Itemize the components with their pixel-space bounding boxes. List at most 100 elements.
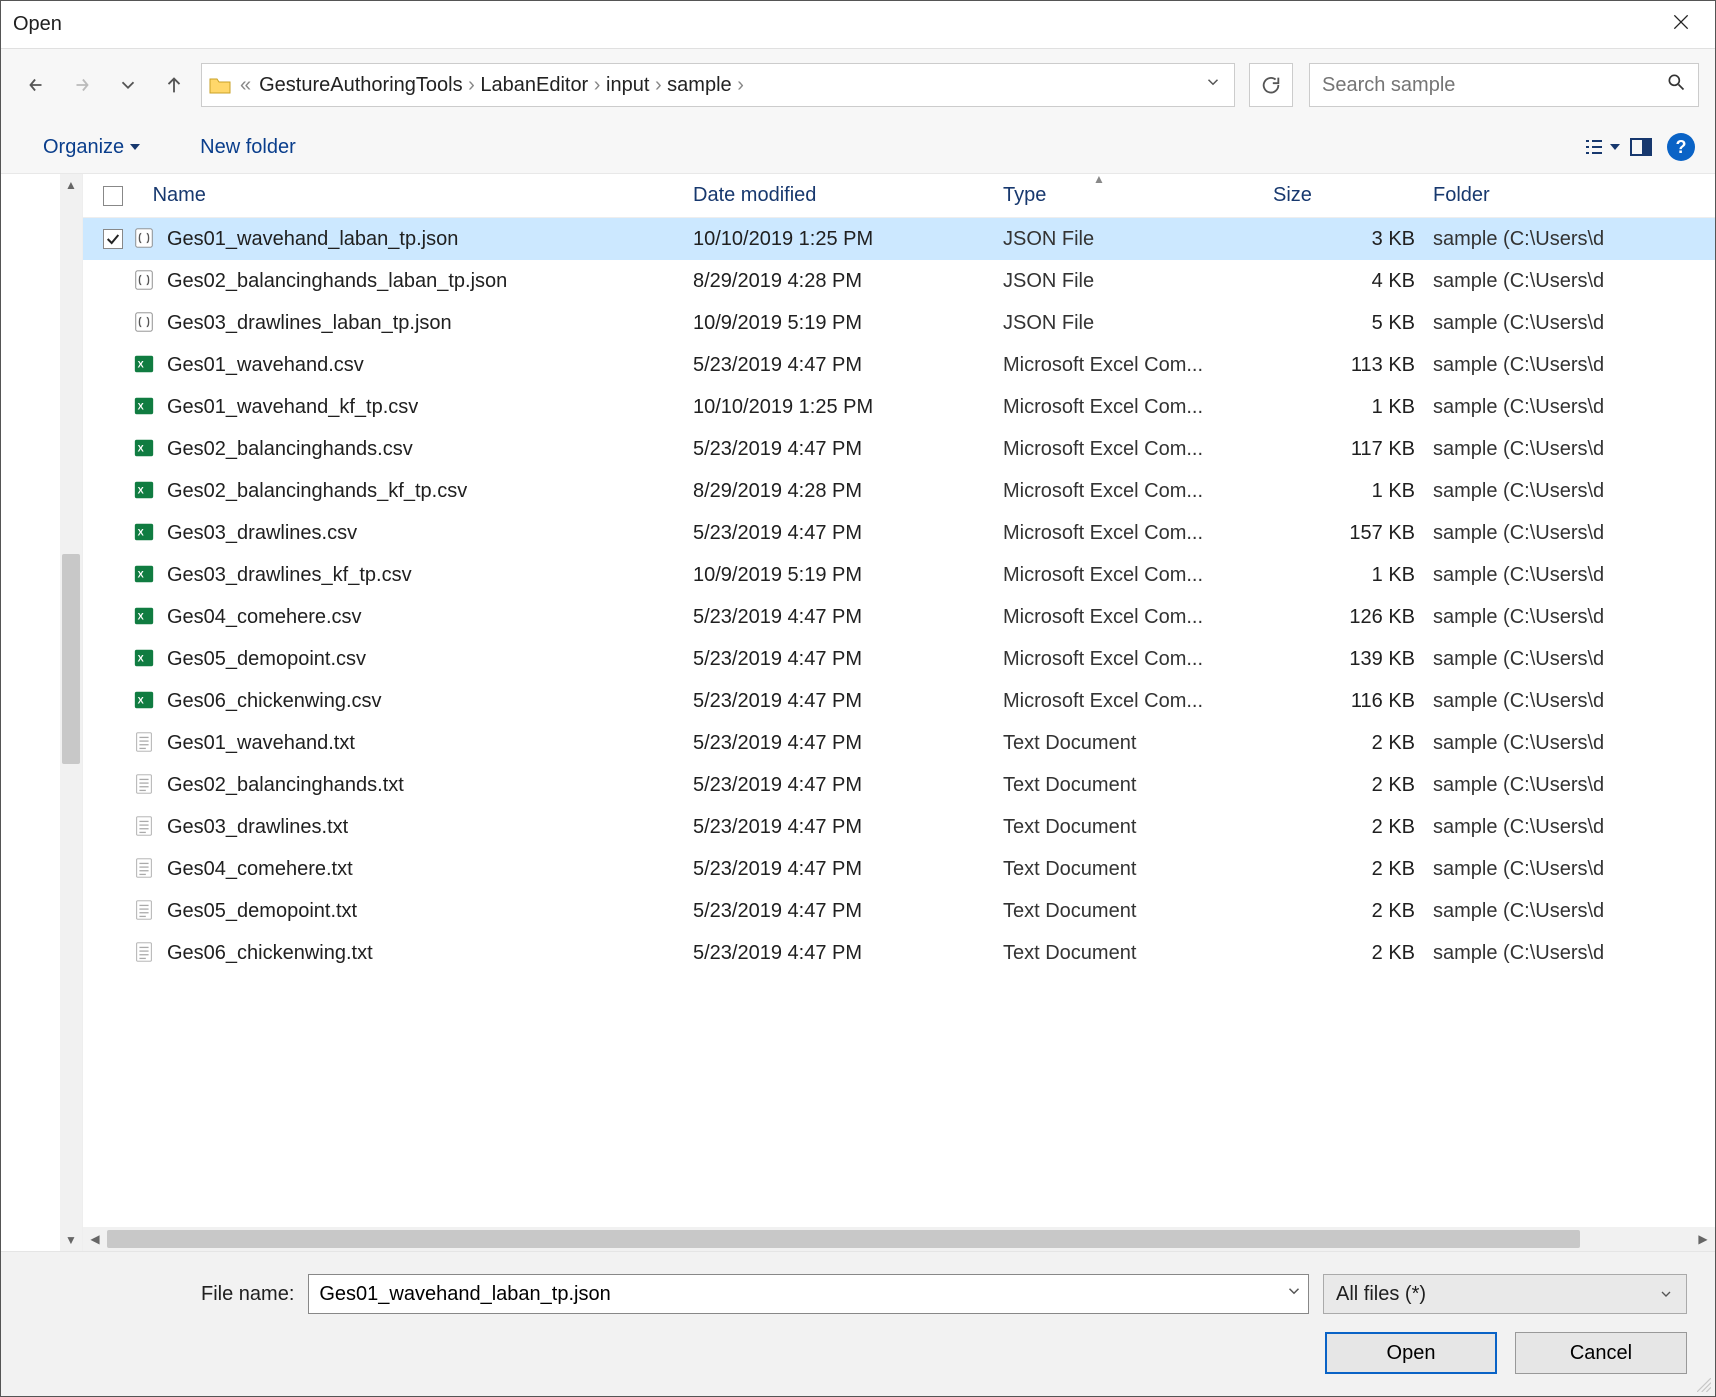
address-dropdown-button[interactable] xyxy=(1198,73,1228,97)
preview-pane-icon xyxy=(1629,135,1653,159)
organize-button[interactable]: Organize xyxy=(33,130,150,165)
filename-dropdown-button[interactable] xyxy=(1285,1282,1303,1306)
file-type-icon xyxy=(133,311,157,335)
file-pane: Name Date modified Type Size Folder ▲ Ge… xyxy=(83,174,1715,1251)
scroll-right-button[interactable]: ▶ xyxy=(1691,1227,1715,1251)
forward-button[interactable] xyxy=(63,66,101,104)
column-folder[interactable]: Folder xyxy=(1433,184,1703,207)
up-button[interactable] xyxy=(155,66,193,104)
search-box[interactable] xyxy=(1309,63,1699,107)
folder-cell: sample (C:\Users\d xyxy=(1433,270,1703,293)
breadcrumb-item[interactable]: LabanEditor xyxy=(480,74,588,96)
select-all-checkbox[interactable] xyxy=(103,186,123,206)
file-type-icon xyxy=(133,857,157,881)
file-name: Ges01_wavehand_laban_tp.json xyxy=(167,228,458,251)
type-cell: Text Document xyxy=(1003,900,1273,923)
date-cell: 8/29/2019 4:28 PM xyxy=(693,480,1003,503)
file-row[interactable]: Ges03_drawlines_laban_tp.json 10/9/2019 5… xyxy=(83,302,1715,344)
column-name[interactable]: Name xyxy=(103,184,693,207)
svg-text:X: X xyxy=(138,360,145,370)
file-row[interactable]: Ges03_drawlines.txt5/23/2019 4:47 PMText… xyxy=(83,806,1715,848)
scroll-down-button[interactable]: ▼ xyxy=(60,1229,82,1251)
name-cell: XGes01_wavehand_kf_tp.csv xyxy=(103,395,693,419)
column-type[interactable]: Type xyxy=(1003,184,1273,207)
file-name: Ges02_balancinghands.csv xyxy=(167,438,413,461)
file-row[interactable]: XGes02_balancinghands.csv5/23/2019 4:47 … xyxy=(83,428,1715,470)
nav-scrollbar[interactable]: ▲ ▼ xyxy=(60,174,82,1251)
folder-cell: sample (C:\Users\d xyxy=(1433,228,1703,251)
help-button[interactable]: ? xyxy=(1667,133,1695,161)
column-name-label: Name xyxy=(153,184,206,206)
file-row[interactable]: XGes01_wavehand_kf_tp.csv10/10/2019 1:25… xyxy=(83,386,1715,428)
hscroll-track[interactable] xyxy=(107,1227,1691,1251)
breadcrumb-item[interactable]: input xyxy=(606,74,649,96)
scroll-up-button[interactable]: ▲ xyxy=(60,174,82,196)
file-row[interactable]: XGes06_chickenwing.csv5/23/2019 4:47 PMM… xyxy=(83,680,1715,722)
file-type-icon xyxy=(133,227,157,251)
file-row[interactable]: Ges04_comehere.txt5/23/2019 4:47 PMText … xyxy=(83,848,1715,890)
file-name: Ges03_drawlines_laban_tp.json xyxy=(167,312,452,335)
date-cell: 5/23/2019 4:47 PM xyxy=(693,816,1003,839)
file-row[interactable]: XGes01_wavehand.csv5/23/2019 4:47 PMMicr… xyxy=(83,344,1715,386)
cancel-button[interactable]: Cancel xyxy=(1515,1332,1687,1374)
breadcrumb-item[interactable]: sample xyxy=(667,74,731,96)
back-button[interactable] xyxy=(17,66,55,104)
file-type-filter[interactable]: All files (*) xyxy=(1323,1274,1687,1314)
folder-cell: sample (C:\Users\d xyxy=(1433,732,1703,755)
close-icon xyxy=(1671,12,1691,32)
date-cell: 5/23/2019 4:47 PM xyxy=(693,732,1003,755)
preview-pane-button[interactable] xyxy=(1621,129,1661,165)
close-button[interactable] xyxy=(1659,3,1703,47)
file-row[interactable]: Ges02_balancinghands_laban_tp.json8/29/2… xyxy=(83,260,1715,302)
refresh-button[interactable] xyxy=(1249,63,1293,107)
file-name: Ges02_balancinghands_kf_tp.csv xyxy=(167,480,467,503)
file-row[interactable]: Ges02_balancinghands.txt5/23/2019 4:47 P… xyxy=(83,764,1715,806)
new-folder-button[interactable]: New folder xyxy=(190,130,306,165)
column-size[interactable]: Size xyxy=(1273,184,1433,207)
search-button[interactable] xyxy=(1666,72,1686,98)
size-cell: 2 KB xyxy=(1273,816,1433,839)
name-cell: Ges01_wavehand_laban_tp.json xyxy=(103,227,693,251)
scroll-thumb[interactable] xyxy=(62,554,80,764)
hscroll-thumb[interactable] xyxy=(107,1230,1580,1248)
file-row[interactable]: XGes03_drawlines_kf_tp.csv10/9/2019 5:19… xyxy=(83,554,1715,596)
file-type-icon xyxy=(133,731,157,755)
date-cell: 10/9/2019 5:19 PM xyxy=(693,564,1003,587)
nav-pane[interactable]: ▲ ▼ xyxy=(1,174,83,1251)
type-cell: Text Document xyxy=(1003,816,1273,839)
filename-input[interactable] xyxy=(308,1274,1309,1314)
file-row[interactable]: Ges01_wavehand.txt5/23/2019 4:47 PMText … xyxy=(83,722,1715,764)
file-name: Ges06_chickenwing.csv xyxy=(167,690,382,713)
file-row[interactable]: XGes05_demopoint.csv5/23/2019 4:47 PMMic… xyxy=(83,638,1715,680)
file-name: Ges05_demopoint.txt xyxy=(167,900,357,923)
search-input[interactable] xyxy=(1322,74,1666,97)
file-row[interactable]: Ges01_wavehand_laban_tp.json10/10/2019 1… xyxy=(83,218,1715,260)
file-row[interactable]: XGes03_drawlines.csv5/23/2019 4:47 PMMic… xyxy=(83,512,1715,554)
column-date[interactable]: Date modified xyxy=(693,184,1003,207)
file-row[interactable]: Ges06_chickenwing.txt5/23/2019 4:47 PMTe… xyxy=(83,932,1715,974)
file-row[interactable]: Ges05_demopoint.txt5/23/2019 4:47 PMText… xyxy=(83,890,1715,932)
name-cell: XGes05_demopoint.csv xyxy=(103,647,693,671)
file-type-icon: X xyxy=(133,647,157,671)
folder-cell: sample (C:\Users\d xyxy=(1433,354,1703,377)
scroll-left-button[interactable]: ◀ xyxy=(83,1227,107,1251)
svg-text:X: X xyxy=(138,486,145,496)
horizontal-scrollbar[interactable]: ◀ ▶ xyxy=(83,1227,1715,1251)
file-row[interactable]: X Ges02_balancinghands_kf_tp.csv 8/29/2019… xyxy=(83,470,1715,512)
breadcrumb: GestureAuthoringTools › LabanEditor › in… xyxy=(259,74,744,97)
recent-locations-button[interactable] xyxy=(109,66,147,104)
view-options-button[interactable] xyxy=(1581,129,1621,165)
svg-text:X: X xyxy=(138,654,145,664)
date-cell: 10/9/2019 5:19 PM xyxy=(693,312,1003,335)
size-cell: 4 KB xyxy=(1273,270,1433,293)
row-checkbox[interactable] xyxy=(103,229,123,249)
resize-grip-icon[interactable] xyxy=(1697,1378,1711,1392)
chevron-right-icon: › xyxy=(649,74,667,96)
type-cell: JSON File xyxy=(1003,270,1273,293)
type-cell: JSON File xyxy=(1003,312,1273,335)
search-icon xyxy=(1666,72,1686,92)
address-bar[interactable]: « GestureAuthoringTools › LabanEditor › … xyxy=(201,63,1235,107)
open-button[interactable]: Open xyxy=(1325,1332,1497,1374)
breadcrumb-item[interactable]: GestureAuthoringTools xyxy=(259,74,462,96)
file-row[interactable]: XGes04_comehere.csv5/23/2019 4:47 PMMicr… xyxy=(83,596,1715,638)
